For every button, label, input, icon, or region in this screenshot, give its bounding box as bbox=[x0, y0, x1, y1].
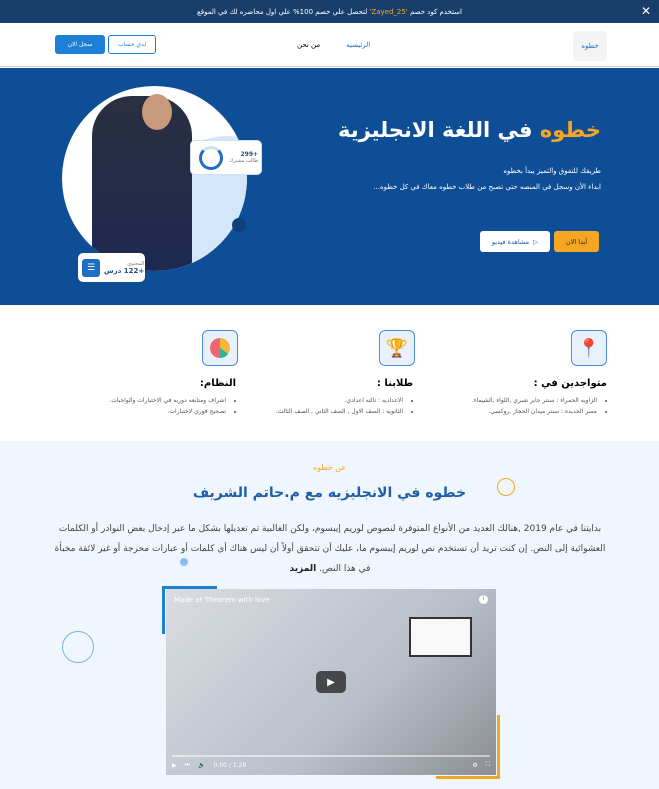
more-link[interactable]: المزيد bbox=[290, 564, 317, 574]
video-time: 0:00 / 1:28 bbox=[213, 761, 247, 769]
promo-banner: استخدم كود خصم 'Zayed_25' لتحصل علي خصم … bbox=[0, 0, 659, 23]
start-button[interactable]: أبدا الان bbox=[554, 231, 599, 252]
instructor-image bbox=[62, 86, 247, 271]
fullscreen-icon[interactable]: ⛶ bbox=[486, 761, 490, 769]
content-card: ☰ المحتوي +122 درس bbox=[78, 253, 145, 282]
feature-students: 🏆 طلابنا : الاعداديه : تالته اعدادي.الثا… bbox=[213, 330, 415, 417]
login-button[interactable]: لدي حساب bbox=[108, 35, 156, 54]
feature-system: النظام: اشراف ومتابعه دوريه في الاختبارا… bbox=[36, 330, 238, 417]
next-icon[interactable]: ⏭ bbox=[185, 761, 190, 769]
decor-dot bbox=[180, 558, 188, 566]
navbar: خطوه من نحن الرئيسيه لدي حساب سجل الان bbox=[0, 23, 659, 67]
play-icon[interactable]: ▶ bbox=[172, 762, 177, 769]
decor-circle bbox=[62, 631, 94, 663]
watch-video-button[interactable]: مشاهدة فيديو ▷ bbox=[480, 231, 550, 252]
video-player[interactable]: Made at Theorem with love i ▶ ▶ ⏭ 🔈 0:00… bbox=[166, 589, 496, 775]
about-section: عن خطوه خطوه في الانجليزيه مع م.حاتم الش… bbox=[0, 441, 659, 789]
info-icon[interactable]: i bbox=[479, 595, 488, 604]
feature-locations: 📍 متواجدين في : الزاويه الحمراء : سنتر ج… bbox=[407, 330, 607, 417]
close-icon[interactable]: ✕ bbox=[641, 4, 651, 18]
logo[interactable]: خطوه bbox=[573, 31, 607, 61]
nav-home[interactable]: الرئيسيه bbox=[346, 41, 370, 49]
hero-title: خطوه في اللغة الانجليزية bbox=[337, 118, 601, 142]
trophy-icon: 🏆 bbox=[379, 330, 415, 366]
about-title: خطوه في الانجليزيه مع م.حاتم الشريف bbox=[192, 485, 467, 501]
progress-ring-icon bbox=[199, 145, 223, 170]
video-progress-bar[interactable] bbox=[172, 755, 490, 757]
video-frame bbox=[409, 617, 472, 657]
volume-icon[interactable]: 🔈 bbox=[198, 762, 205, 769]
hero-subtitle: طريقك للتفوق والتميز يبدأ بخطوه ابداء الأ… bbox=[373, 167, 601, 191]
students-card: +299 طالب مشترك bbox=[190, 140, 262, 175]
list-icon: ☰ bbox=[82, 258, 100, 277]
play-circle-icon: ▷ bbox=[533, 237, 539, 246]
nav-about[interactable]: من نحن bbox=[297, 41, 320, 49]
play-button[interactable]: ▶ bbox=[316, 671, 346, 693]
students-label: طالب مشترك bbox=[229, 158, 259, 164]
content-value: +122 درس bbox=[104, 266, 145, 275]
register-button[interactable]: سجل الان bbox=[55, 35, 105, 54]
settings-icon[interactable]: ⚙ bbox=[472, 762, 477, 769]
promo-code: 'Zayed_25' bbox=[369, 7, 408, 16]
section-tag: عن خطوه bbox=[312, 463, 347, 472]
promo-text: استخدم كود خصم 'Zayed_25' لتحصل علي خصم … bbox=[197, 7, 462, 16]
video-title: Made at Theorem with love bbox=[174, 596, 270, 604]
location-pin-icon: 📍 bbox=[571, 330, 607, 366]
students-count: +299 bbox=[240, 151, 259, 158]
decor-dot bbox=[232, 218, 246, 232]
hero-section: +299 طالب مشترك ☰ المحتوي +122 درس خطوه في… bbox=[0, 68, 659, 305]
about-text: بدايتنا في عام 2019 ,هنالك العديد من الأ… bbox=[54, 524, 606, 574]
pie-chart-icon bbox=[202, 330, 238, 366]
